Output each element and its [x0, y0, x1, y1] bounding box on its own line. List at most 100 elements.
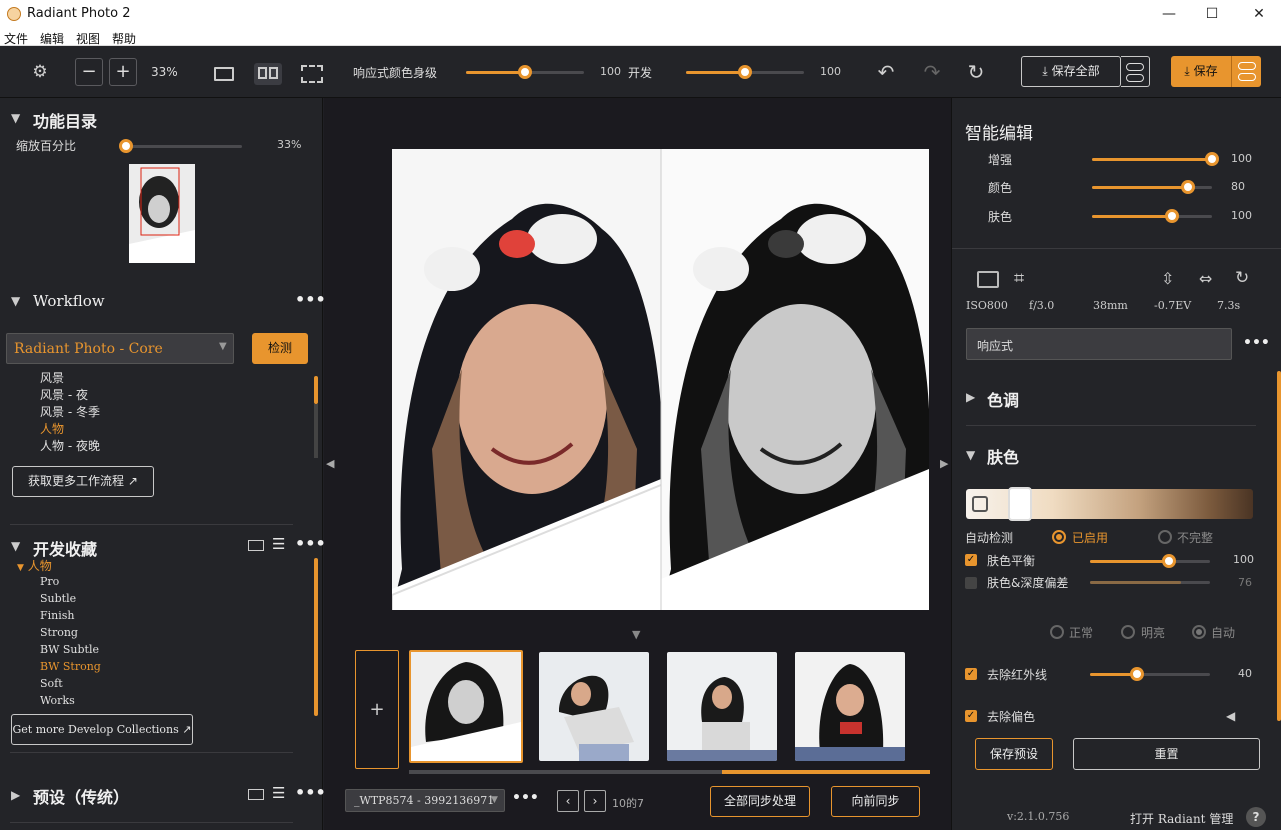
- skin-tone-gradient-slider[interactable]: [966, 487, 1253, 521]
- save-toggle-button[interactable]: [1231, 56, 1261, 87]
- workflow-item[interactable]: 风景: [40, 370, 300, 387]
- list-view-icon[interactable]: ☰: [272, 535, 285, 553]
- smart-slider[interactable]: [1092, 180, 1212, 194]
- rotate-icon[interactable]: ↻: [1235, 268, 1249, 288]
- skin-depth-checkbox[interactable]: [965, 577, 977, 589]
- grid-view-icon[interactable]: [248, 789, 264, 800]
- undo-icon[interactable]: ↶: [872, 59, 900, 85]
- help-icon[interactable]: ?: [1246, 807, 1266, 827]
- skin-balance-knob[interactable]: [1162, 554, 1176, 568]
- mode-more-icon[interactable]: •••: [1243, 335, 1270, 351]
- collapse-triangle-icon[interactable]: ▼: [11, 111, 20, 125]
- save-button[interactable]: ⤓ 保存: [1171, 56, 1231, 87]
- expand-triangle-icon[interactable]: ▶: [11, 788, 20, 802]
- flip-horizontal-icon[interactable]: ⇔: [1199, 269, 1212, 288]
- cast-color-picker-icon[interactable]: ◀: [1226, 709, 1235, 723]
- right-panel-scrollbar[interactable]: [1277, 371, 1281, 721]
- develop-item[interactable]: Strong: [40, 624, 300, 641]
- enabled-radio[interactable]: [1052, 530, 1066, 544]
- get-more-workflows-button[interactable]: 获取更多工作流程 ↗: [12, 466, 154, 497]
- workflow-item[interactable]: 风景 - 冬季: [40, 404, 300, 421]
- responsive-slider[interactable]: [466, 65, 584, 79]
- smart-slider[interactable]: [1092, 152, 1219, 166]
- preview-image[interactable]: [391, 149, 929, 610]
- develop-item[interactable]: BW Strong: [40, 658, 300, 675]
- remove-red-knob[interactable]: [1130, 667, 1144, 681]
- develop-group[interactable]: ▼ 人物: [17, 557, 52, 574]
- workflow-item[interactable]: 人物: [40, 421, 300, 438]
- crop-icon[interactable]: ⌗: [1014, 268, 1024, 289]
- reset-button[interactable]: 重置: [1073, 738, 1260, 770]
- save-preset-button[interactable]: 保存预设: [975, 738, 1053, 770]
- menu-help[interactable]: 帮助: [112, 30, 136, 47]
- develop-item[interactable]: Pro: [40, 573, 300, 590]
- develop-item[interactable]: Soft: [40, 675, 300, 692]
- grid-view-icon[interactable]: [248, 540, 264, 551]
- remove-red-slider[interactable]: [1090, 667, 1210, 681]
- smart-slider[interactable]: [1092, 209, 1212, 223]
- filmstrip-thumb-active[interactable]: [409, 650, 523, 763]
- skin-disable-icon[interactable]: [972, 496, 988, 512]
- next-image-button[interactable]: ›: [584, 790, 606, 812]
- develop-item[interactable]: Works: [40, 692, 300, 709]
- save-all-button[interactable]: ⤓ 保存全部: [1021, 56, 1121, 87]
- reset-rotate-icon[interactable]: ↻: [962, 59, 990, 85]
- filmstrip-scrollbar[interactable]: [722, 770, 930, 774]
- workflow-select[interactable]: Radiant Photo - Core ▼: [6, 333, 234, 364]
- workflow-more-icon[interactable]: •••: [295, 290, 326, 309]
- remove-cast-checkbox[interactable]: ✓: [965, 710, 977, 722]
- develop-scrollbar[interactable]: [314, 558, 318, 716]
- split-view-button[interactable]: [254, 63, 282, 85]
- sync-all-button[interactable]: 全部同步处理: [710, 786, 810, 817]
- navigator-thumbnail[interactable]: [129, 164, 195, 263]
- settings-gear-icon[interactable]: ⚙: [26, 59, 54, 85]
- file-select[interactable]: _WTP8574 - 3992136971 ▼: [345, 789, 505, 812]
- preset-more-icon[interactable]: •••: [295, 783, 326, 802]
- redo-icon[interactable]: ↷: [918, 59, 946, 85]
- develop-slider-knob[interactable]: [738, 65, 752, 79]
- zoom-out-button[interactable]: −: [75, 58, 103, 86]
- remove-red-checkbox[interactable]: ✓: [965, 668, 977, 680]
- sync-forward-button[interactable]: 向前同步: [831, 786, 920, 817]
- open-manager-link[interactable]: 打开 Radiant 管理: [1130, 810, 1233, 827]
- file-more-icon[interactable]: •••: [512, 790, 539, 806]
- develop-more-icon[interactable]: •••: [295, 534, 326, 553]
- menu-file[interactable]: 文件: [4, 30, 28, 47]
- minimize-button[interactable]: —: [1154, 4, 1184, 24]
- filmstrip-thumb[interactable]: [667, 652, 777, 761]
- skin-balance-slider[interactable]: [1090, 554, 1210, 568]
- develop-item[interactable]: Subtle: [40, 590, 300, 607]
- workflow-scrollbar[interactable]: [314, 376, 318, 404]
- collapse-left-arrow-icon[interactable]: ◀: [326, 457, 334, 470]
- responsive-slider-knob[interactable]: [518, 65, 532, 79]
- prev-image-button[interactable]: ‹: [557, 790, 579, 812]
- add-image-button[interactable]: +: [355, 650, 399, 769]
- expand-triangle-icon[interactable]: ▶: [966, 390, 975, 404]
- flip-vertical-icon[interactable]: ⇳: [1161, 269, 1174, 288]
- skin-tone-knob[interactable]: [1008, 487, 1032, 521]
- smart-slider-knob[interactable]: [1165, 209, 1180, 223]
- mode-select[interactable]: 响应式: [966, 328, 1232, 360]
- develop-item[interactable]: Finish: [40, 607, 300, 624]
- get-more-develop-button[interactable]: Get more Develop Collections ↗: [11, 714, 193, 745]
- close-button[interactable]: ✕: [1244, 4, 1274, 24]
- develop-item[interactable]: BW Subtle: [40, 641, 300, 658]
- workflow-item[interactable]: 风景 - 夜: [40, 387, 300, 404]
- auto-radio[interactable]: [1192, 625, 1206, 639]
- skin-depth-slider[interactable]: [1090, 581, 1210, 584]
- menu-edit[interactable]: 编辑: [40, 30, 64, 47]
- filmstrip-thumb[interactable]: [795, 652, 905, 761]
- save-all-toggle-button[interactable]: [1121, 56, 1150, 87]
- develop-slider[interactable]: [686, 65, 804, 79]
- collapse-triangle-icon[interactable]: ▼: [966, 448, 975, 462]
- workflow-item[interactable]: 人物 - 夜晚: [40, 438, 300, 455]
- collapse-right-arrow-icon[interactable]: ▶: [940, 457, 948, 470]
- collapse-triangle-icon[interactable]: ▼: [11, 539, 20, 553]
- zoom-percent-slider[interactable]: [119, 139, 242, 153]
- filmstrip-thumb[interactable]: [539, 652, 649, 761]
- smart-slider-knob[interactable]: [1181, 180, 1195, 194]
- compare-view-icon[interactable]: [301, 65, 323, 83]
- bright-radio[interactable]: [1121, 625, 1135, 639]
- collapse-triangle-icon[interactable]: ▼: [11, 294, 20, 308]
- list-view-icon[interactable]: ☰: [272, 784, 285, 802]
